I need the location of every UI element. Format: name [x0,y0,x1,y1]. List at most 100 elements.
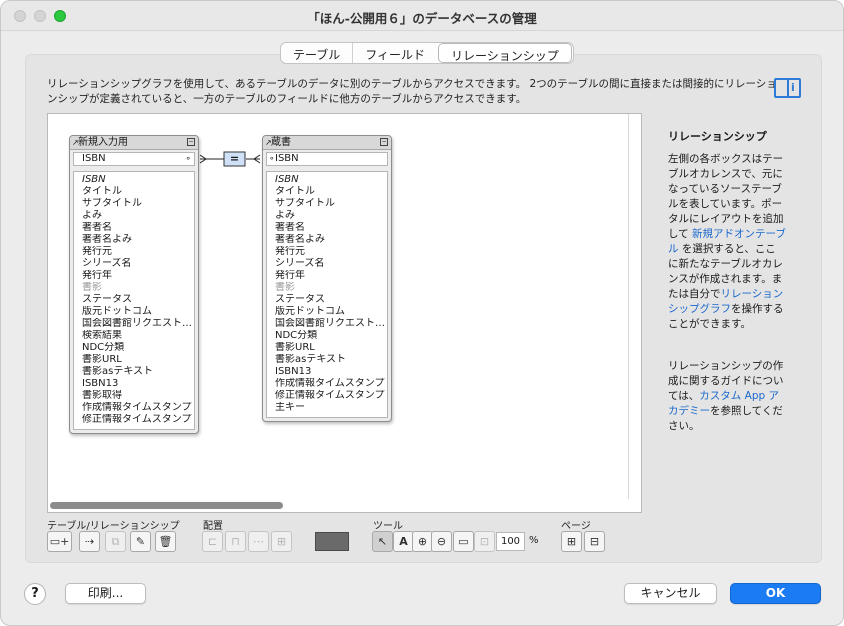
field-item[interactable]: 国会図書館リクエスト… [275,318,387,330]
field-item[interactable]: 作成情報タイムスタンプ [275,378,387,390]
field-item[interactable]: ISBN13 [82,378,194,390]
ok-button[interactable]: OK [730,583,821,604]
table-header[interactable]: ↗ 蔵書 − [263,136,391,150]
align-top-icon[interactable]: ⊓ [225,531,246,552]
field-item[interactable]: よみ [275,210,387,222]
sidebar-paragraph-1: 左側の各ボックスはテーブルオカレンスで、元になっているソーステーブルを表していま… [668,153,786,330]
sidebar-title: リレーションシップ [668,130,767,143]
field-item[interactable]: ISBN13 [275,366,387,378]
key-field-label: ISBN [275,153,299,164]
field-item[interactable]: サブタイトル [82,198,194,210]
field-item[interactable]: 書影取得 [82,390,194,402]
collapse-icon[interactable]: − [380,138,388,146]
arrange-group-label: 配置 [203,521,223,532]
window-title: 「ほん-公開用６」のデータベースの管理 [307,11,537,26]
page-group-label: ページ [561,521,591,532]
field-item[interactable]: サブタイトル [275,198,387,210]
horizontal-scrollbar[interactable] [50,500,626,510]
relationship-graph-canvas[interactable]: = ↗ 新規入力用 − ISBN ∘ ISBN タイトル サブタイトル よみ 著… [47,113,642,513]
field-item[interactable]: タイトル [82,186,194,198]
align-left-icon[interactable]: ⊏ [202,531,223,552]
zoom-out-icon[interactable]: ⊖ [431,531,452,552]
field-item[interactable]: シリーズ名 [275,258,387,270]
zoom-level-field[interactable]: 100 [496,532,525,551]
relationship-operator[interactable]: = [224,152,245,166]
titlebar: 「ほん-公開用６」のデータベースの管理 [1,1,843,31]
field-item[interactable]: タイトル [275,186,387,198]
color-well[interactable] [315,532,349,551]
field-item[interactable]: ISBN [275,174,387,186]
field-item[interactable]: 書影URL [82,354,194,366]
sidebar-toggle-icon[interactable]: i [774,78,801,98]
field-item[interactable]: NDC分類 [275,330,387,342]
field-item[interactable]: 修正情報タイムスタンプ [82,414,194,426]
resize-icon[interactable]: ⊞ [271,531,292,552]
field-item[interactable]: 書影 [275,282,387,294]
duplicate-button[interactable]: ⧉ [105,531,126,552]
field-list: ISBN タイトル サブタイトル よみ 著者名 著者名よみ 発行元 シリーズ名 … [266,171,388,418]
table-occurrence-zousho[interactable]: ↗ 蔵書 − ∘ ISBN ISBN タイトル サブタイトル よみ 著者名 著者… [262,135,392,422]
field-item[interactable]: ステータス [275,294,387,306]
help-button[interactable]: ? [24,583,46,605]
tab-relationships[interactable]: リレーションシップ [438,43,572,63]
table-occurrence-shinki[interactable]: ↗ 新規入力用 − ISBN ∘ ISBN タイトル サブタイトル よみ 著者名… [69,135,199,434]
tools-group-label: ツール [373,521,403,532]
field-item[interactable]: 書影asテキスト [275,354,387,366]
field-item[interactable]: NDC分類 [82,342,194,354]
distribute-icon[interactable]: ⋯ [248,531,269,552]
field-item[interactable]: 書影 [82,282,194,294]
print-button[interactable]: 印刷... [65,583,146,604]
field-item[interactable]: 主キー [275,402,387,414]
field-item[interactable]: シリーズ名 [82,258,194,270]
zoom-percent-label: % [529,535,539,546]
dialog-window: 「ほん-公開用６」のデータベースの管理 テーブル フィールド リレーションシップ… [0,0,844,626]
page-grid-icon[interactable]: ⊞ [561,531,582,552]
text-tool-icon[interactable]: A [393,531,414,552]
tab-bar: テーブル フィールド リレーションシップ [280,42,574,64]
edit-pencil-icon[interactable]: ✎ [130,531,151,552]
scroll-thumb[interactable] [50,502,283,509]
key-field[interactable]: ∘ ISBN [266,152,388,166]
add-relationship-button[interactable]: ⇢ [79,531,100,552]
match-dot-icon: ∘ [185,154,191,164]
field-item[interactable]: 書影asテキスト [82,366,194,378]
match-dot-icon: ∘ [269,154,275,164]
key-field[interactable]: ISBN ∘ [73,152,195,166]
key-field-label: ISBN [82,153,106,164]
tab-fields[interactable]: フィールド [353,43,437,63]
field-item[interactable]: よみ [82,210,194,222]
tab-tables[interactable]: テーブル [281,43,354,63]
table-arrow-icon: ↗ [72,138,79,147]
table-name: 新規入力用 [78,137,128,148]
field-item[interactable]: 作成情報タイムスタンプ [82,402,194,414]
collapse-icon[interactable]: − [187,138,195,146]
field-item[interactable]: 発行年 [275,270,387,282]
keyboard-icon[interactable]: ▭ [453,531,474,552]
field-item[interactable]: ISBN [82,174,194,186]
table-header[interactable]: ↗ 新規入力用 − [70,136,198,150]
field-item[interactable]: 著者名 [275,222,387,234]
description-text: リレーションシップグラフを使用して、あるテーブルのデータに別のテーブルからアクセ… [47,78,777,105]
field-item[interactable]: 修正情報タイムスタンプ [275,390,387,402]
field-item[interactable]: 検索結果 [82,330,194,342]
table-arrow-icon: ↗ [265,138,272,147]
pointer-tool-icon[interactable]: ↖ [372,531,393,552]
hide-fields-icon[interactable]: ⊡ [474,531,495,552]
field-item[interactable]: ステータス [82,294,194,306]
field-item[interactable]: 著者名 [82,222,194,234]
table-name: 蔵書 [271,137,291,148]
field-item[interactable]: 版元ドットコム [275,306,387,318]
field-item[interactable]: 著者名よみ [275,234,387,246]
add-table-button[interactable]: ▭+ [47,531,72,552]
page-setup-icon[interactable]: ⊟ [584,531,605,552]
field-item[interactable]: 発行元 [82,246,194,258]
field-item[interactable]: 発行元 [275,246,387,258]
field-item[interactable]: 版元ドットコム [82,306,194,318]
field-item[interactable]: 著者名よみ [82,234,194,246]
field-item[interactable]: 国会図書館リクエスト… [82,318,194,330]
field-item[interactable]: 書影URL [275,342,387,354]
cancel-button[interactable]: キャンセル [624,583,717,604]
delete-trash-icon[interactable]: 🗑 [155,531,176,552]
field-item[interactable]: 発行年 [82,270,194,282]
zoom-in-icon[interactable]: ⊕ [412,531,433,552]
